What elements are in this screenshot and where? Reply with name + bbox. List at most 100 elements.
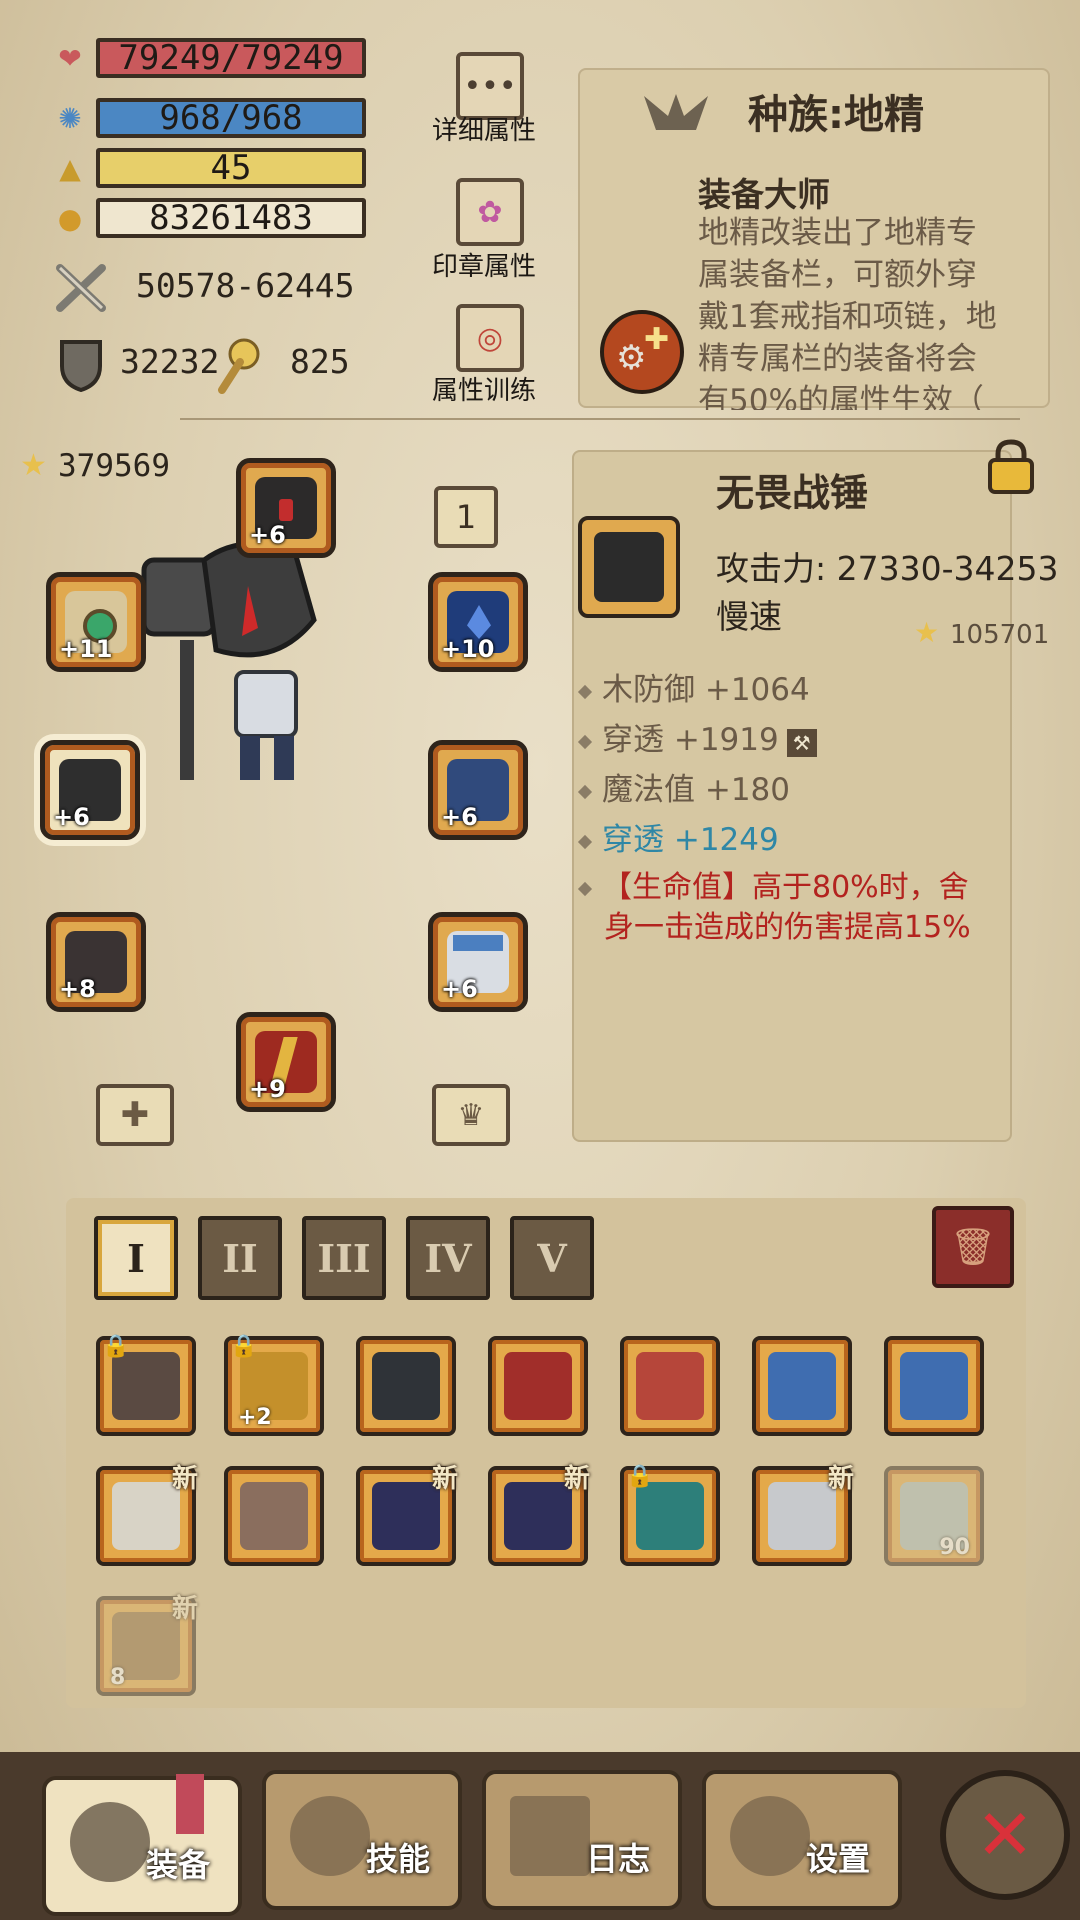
- dark-boots-icon: [504, 1482, 572, 1550]
- red-armor-icon: [636, 1352, 704, 1420]
- race-desc-line: 属装备栏，可额外穿: [698, 257, 977, 293]
- equip-slot-weapon-selected[interactable]: +6: [40, 740, 140, 840]
- blue-armor-icon: [768, 1352, 836, 1420]
- enhance-level: +6: [441, 803, 478, 831]
- sword-icon: [112, 1352, 180, 1420]
- goblin-emblem-icon: [638, 86, 712, 140]
- teal-gauntlet-icon: [636, 1482, 704, 1550]
- skill-gear-icon[interactable]: ✚ ⚙: [600, 310, 684, 394]
- inventory-item[interactable]: 新: [752, 1464, 854, 1566]
- enhance-level: +9: [249, 1075, 286, 1103]
- level-bar: 45: [96, 148, 366, 188]
- page-badge[interactable]: 1: [434, 486, 498, 548]
- equip-slot-boots[interactable]: +9: [236, 1012, 336, 1112]
- equip-slot-gloves[interactable]: +8: [46, 912, 146, 1012]
- inventory-item[interactable]: 🔒: [96, 1334, 196, 1436]
- mana-row: ✺ 968/968: [52, 96, 366, 140]
- dark-boots-icon: [372, 1482, 440, 1550]
- trash-icon: 🗑: [950, 1227, 996, 1268]
- inventory-item[interactable]: 新: [96, 1464, 198, 1566]
- seal-attributes-button[interactable]: ✿: [456, 178, 524, 246]
- hammer-badge-icon: ⚒: [786, 729, 817, 757]
- equip-slot-ring[interactable]: +11: [46, 572, 146, 672]
- item-count: 90: [939, 1535, 970, 1560]
- nav-equipment[interactable]: 装备: [42, 1774, 242, 1916]
- bullet-icon: [577, 834, 593, 849]
- inventory-item[interactable]: 🔒: [620, 1464, 720, 1566]
- trash-button[interactable]: 🗑: [932, 1206, 1014, 1288]
- equip-slot-shoulder[interactable]: +6: [428, 740, 528, 840]
- tab-3[interactable]: III: [302, 1216, 386, 1300]
- level-row: ▲ 45: [52, 146, 366, 190]
- inventory-item[interactable]: [356, 1336, 456, 1436]
- inventory-item[interactable]: 新: [488, 1464, 590, 1566]
- lock-icon[interactable]: [986, 438, 1036, 494]
- gold-row: ● 83261483: [52, 196, 366, 240]
- new-badge: 新: [171, 1594, 198, 1624]
- inventory-item[interactable]: 新: [356, 1464, 458, 1566]
- nav-log[interactable]: 日志: [482, 1770, 682, 1910]
- detail-attributes-label: 详细属性: [432, 116, 537, 146]
- gear-icon: [730, 1796, 810, 1876]
- goblin-emblem-icon: ♛: [457, 1097, 485, 1133]
- tab-1[interactable]: I: [94, 1216, 178, 1300]
- tab-2[interactable]: II: [198, 1216, 282, 1300]
- equip-slot-helmet[interactable]: +6: [236, 458, 336, 558]
- item-count: 8: [110, 1665, 126, 1690]
- race-desc-line: 精专属栏的装备将会: [698, 341, 977, 377]
- target-icon: ◎: [476, 320, 504, 356]
- inventory-item[interactable]: 90: [884, 1466, 984, 1566]
- total-score: 379569: [58, 448, 170, 484]
- lock-icon: 🔒: [626, 1464, 654, 1489]
- enhance-level: +11: [59, 635, 113, 663]
- inventory-item[interactable]: [752, 1336, 852, 1436]
- attribute-training-label: 属性训练: [432, 376, 537, 406]
- lock-icon: 🔒: [102, 1334, 130, 1359]
- bookmark-ribbon: [176, 1774, 204, 1834]
- hp-bar: 79249/79249: [96, 38, 366, 78]
- item-stat-text: 木防御 +1064: [602, 672, 810, 708]
- gold-icon: ●: [57, 201, 83, 235]
- heart-icon: ❤: [58, 41, 82, 75]
- tab-4[interactable]: IV: [406, 1216, 490, 1300]
- item-attack: 攻击力: 27330-34253: [716, 549, 1059, 588]
- nav-settings[interactable]: 设置: [702, 1770, 902, 1910]
- item-bonus-stat: 穿透 +1249: [577, 814, 779, 859]
- item-speed: 慢速: [716, 597, 782, 636]
- item-score: 105701: [950, 620, 1050, 650]
- nav-skills[interactable]: 技能: [262, 1770, 462, 1910]
- attack-value: 50578-62445: [136, 266, 355, 305]
- red-crest-icon: [504, 1352, 572, 1420]
- add-slot-button[interactable]: ✚: [96, 1084, 174, 1146]
- new-badge: 新: [563, 1464, 590, 1494]
- nav-label: 日志: [585, 1840, 650, 1878]
- inventory-item[interactable]: [224, 1466, 324, 1566]
- tab-5[interactable]: V: [510, 1216, 594, 1300]
- flower-seal-icon: ✿: [477, 194, 503, 230]
- new-badge: 新: [827, 1464, 854, 1494]
- enhance-level: +6: [249, 521, 286, 549]
- white-armor-icon: [112, 1482, 180, 1550]
- inventory-item[interactable]: [620, 1336, 720, 1436]
- bullet-icon: [577, 881, 593, 896]
- nav-label: 装备: [145, 1846, 210, 1884]
- nav-label: 设置: [805, 1840, 870, 1878]
- goblin-slot-button[interactable]: ♛: [432, 1084, 510, 1146]
- cross-plus-icon: ✚: [120, 1095, 150, 1135]
- equip-slot-amulet[interactable]: +10: [428, 572, 528, 672]
- inventory-item[interactable]: [488, 1336, 588, 1436]
- lock-icon: 🔒: [230, 1334, 258, 1359]
- bullet-icon: [577, 784, 593, 799]
- journal-icon: [510, 1796, 590, 1876]
- attribute-training-button[interactable]: ◎: [456, 304, 524, 372]
- inventory-item[interactable]: 新8: [96, 1594, 198, 1696]
- inventory-item[interactable]: [884, 1336, 984, 1436]
- nav-label: 技能: [365, 1840, 430, 1878]
- bullet-icon: [577, 684, 593, 699]
- equip-slot-armor[interactable]: +6: [428, 912, 528, 1012]
- item-stat-text: 魔法值 +180: [602, 772, 790, 808]
- race-description: 地精改装出了地精专 属装备栏，可额外穿 戴1套戒指和项链，地 精专属栏的装备将会…: [698, 212, 1038, 410]
- new-badge: 新: [171, 1464, 198, 1494]
- close-button[interactable]: ✕: [940, 1770, 1070, 1900]
- inventory-item[interactable]: 🔒 +2: [224, 1334, 324, 1436]
